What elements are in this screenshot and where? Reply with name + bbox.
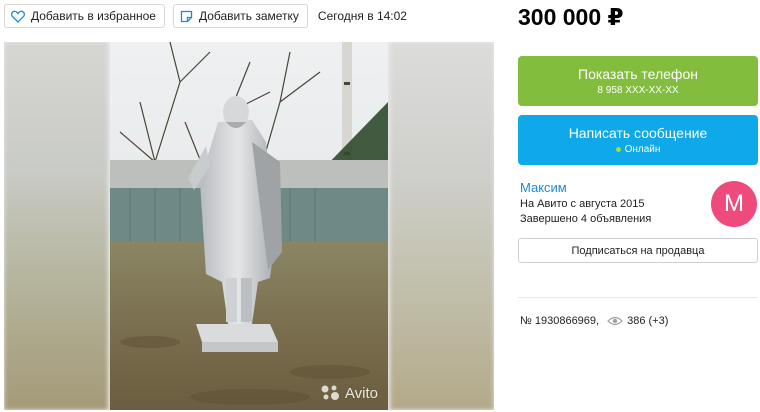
listing-meta: № 1930866969, 386 (+3) [520,315,668,327]
statue-photo-image [110,42,388,410]
show-phone-label: Показать телефон [578,65,698,82]
view-count: 386 (+3) [627,315,669,327]
write-message-button[interactable]: Написать сообщение Онлайн [518,115,758,165]
posted-date: Сегодня в 14:02 [317,9,407,23]
online-status-text: Онлайн [624,143,661,155]
write-message-label: Написать сообщение [568,124,708,141]
divider [518,297,758,298]
heart-icon [11,10,25,23]
listing-price: 300 000 ₽ [518,4,624,30]
show-phone-button[interactable]: Показать телефон 8 958 XXX-XX-XX [518,56,758,106]
eye-icon [607,316,623,326]
add-note-button[interactable]: Добавить заметку [172,4,308,28]
note-label: Добавить заметку [198,9,299,23]
listing-photo[interactable]: Avito [110,42,388,410]
favorite-label: Добавить в избранное [31,9,156,23]
note-icon [180,10,193,22]
masked-phone-number: 8 958 XXX-XX-XX [597,84,679,96]
ad-number: № 1930866969, [520,315,600,327]
add-to-favorites-button[interactable]: Добавить в избранное [4,4,165,28]
top-toolbar: Добавить в избранное Добавить заметку Се… [4,4,407,28]
online-status: Онлайн [615,143,661,156]
photo-blur-right [390,42,494,410]
avito-watermark: Avito [320,384,378,402]
online-indicator-icon [615,146,621,152]
avito-watermark-text: Avito [344,384,378,402]
subscribe-seller-button[interactable]: Подписаться на продавца [518,238,758,263]
avito-logo-icon [321,385,339,400]
seller-avatar[interactable]: М [711,181,757,227]
listing-photo-gallery[interactable]: Avito [4,42,494,410]
photo-blur-left [4,42,108,410]
